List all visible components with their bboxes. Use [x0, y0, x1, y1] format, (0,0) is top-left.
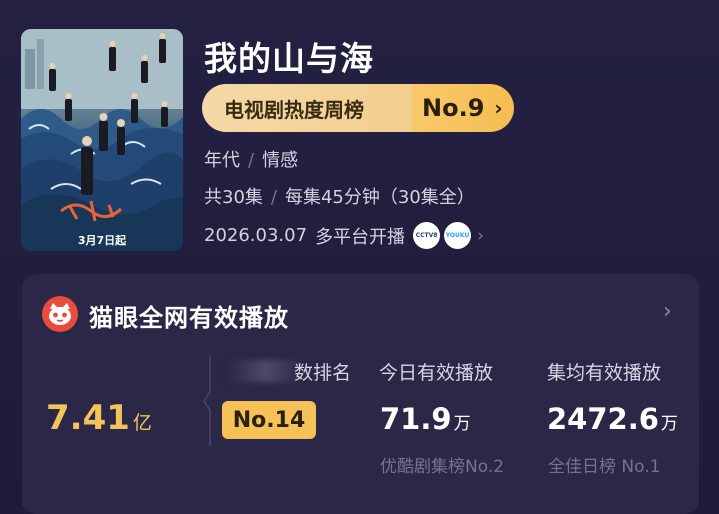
genre-tag: 情感 — [262, 150, 299, 171]
average-playback: 2472.6 万 — [547, 402, 678, 436]
rank-column-header: 数排名 — [294, 362, 352, 384]
youku-logo-icon[interactable]: YOUKU — [444, 222, 472, 249]
rank-number: No.9 — [422, 94, 485, 122]
bottom-fade — [22, 470, 699, 506]
release-text: 多平台开播 — [315, 226, 406, 248]
release-date: 2026.03.07 — [204, 225, 308, 246]
today-playback-unit: 万 — [453, 414, 471, 434]
average-playback-unit: 万 — [660, 414, 678, 434]
show-title: 我的山与海 — [204, 39, 374, 78]
platform-name: CCTV8 — [415, 232, 438, 239]
total-playback-unit: 亿 — [132, 412, 152, 434]
total-playback-value: 7.41 — [46, 398, 130, 438]
poster-artwork — [21, 29, 183, 251]
maoyan-cat-icon — [42, 296, 78, 332]
today-playback-value: 71.9 — [380, 402, 452, 436]
playback-rank-badge: No.14 — [222, 401, 316, 439]
chevron-right-icon[interactable]: › — [663, 299, 672, 324]
today-playback: 71.9 万 — [380, 402, 471, 436]
card-title: 猫眼全网有效播放 — [89, 304, 289, 332]
blurred-header-text — [228, 360, 304, 382]
average-playback-value: 2472.6 — [547, 402, 659, 436]
episode-duration: 每集45分钟（30集全） — [284, 187, 475, 208]
chevron-right-icon: › — [494, 96, 503, 120]
genre-separator: / — [248, 150, 255, 171]
weekly-rank-chip[interactable]: 电视剧热度周榜 No.9 › — [202, 84, 514, 132]
average-column-header: 集均有效播放 — [547, 362, 662, 384]
rank-chip-value: No.9 › — [412, 84, 514, 132]
rank-chip-label: 电视剧热度周榜 — [202, 84, 412, 132]
today-column-header: 今日有效播放 — [379, 362, 494, 384]
episodes-separator: / — [270, 187, 277, 208]
chevron-right-icon: › — [477, 225, 484, 246]
release-line[interactable]: 2026.03.07 多平台开播 CCTV8 YOUKU › — [204, 222, 484, 249]
genre-tag: 年代 — [204, 150, 240, 171]
poster-date: 3月7日起 — [77, 234, 127, 247]
episode-count: 共30集 — [204, 187, 263, 208]
genre-line: 年代 / 情感 — [204, 146, 298, 172]
cctv-logo-icon[interactable]: CCTV8 — [413, 222, 441, 249]
total-playback: 7.41 亿 — [46, 398, 152, 438]
column-divider — [203, 356, 211, 446]
platform-name: YOUKU — [445, 232, 470, 239]
show-poster[interactable]: 3月7日起 — [21, 29, 183, 251]
episodes-line: 共30集 / 每集45分钟（30集全） — [204, 183, 475, 209]
